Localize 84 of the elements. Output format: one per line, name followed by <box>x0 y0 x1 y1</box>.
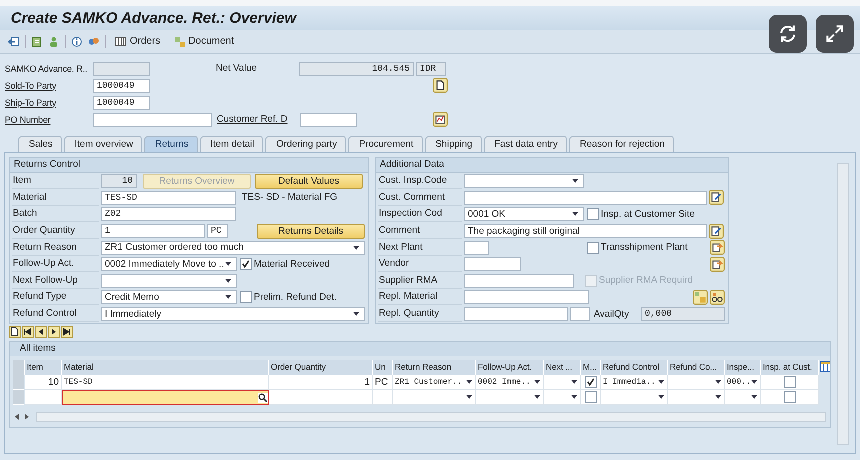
tab[interactable]: Sales <box>18 136 62 152</box>
column-header[interactable]: Refund Control <box>601 360 668 376</box>
dropdown-field[interactable]: ZR1 Customer ordered too much <box>101 240 365 255</box>
input-field[interactable]: Z02 <box>101 207 236 222</box>
table-cell: 1 <box>269 375 373 390</box>
field-label: Comment <box>378 223 462 240</box>
field-label: Cust. Insp.Code <box>378 173 462 190</box>
panel-title: Returns Control <box>10 158 368 173</box>
tab[interactable]: Returns <box>144 136 198 152</box>
orders-button[interactable]: Orders <box>111 36 165 48</box>
column-header[interactable]: Un <box>373 360 393 376</box>
dropdown-field[interactable]: 0002 Immediately Move to .. <box>101 257 237 272</box>
material-description: TES- SD - Material FG <box>242 192 338 204</box>
column-header[interactable]: Follow-Up Act. <box>476 360 544 376</box>
dropdown-field[interactable]: 0002 Imme.. <box>476 375 544 390</box>
field-label: Order Quantity <box>12 223 99 240</box>
field-label: Net Value <box>216 63 258 74</box>
returns-details-button[interactable]: Returns Details <box>257 224 365 239</box>
input-field[interactable]: The packaging still original <box>464 224 707 238</box>
field-label: Refund Control <box>12 306 99 322</box>
field-label: Material <box>12 190 99 206</box>
tab[interactable]: Reason for rejection <box>568 136 674 152</box>
unit-field[interactable]: PC <box>207 224 228 238</box>
field-label[interactable]: Sold-To Party <box>5 80 93 90</box>
panel-title: Additional Data <box>376 158 728 173</box>
field-label: Return Reason <box>12 240 99 256</box>
field-label: AvailQty <box>594 308 630 320</box>
column-header[interactable]: Item <box>25 360 62 376</box>
field-label[interactable]: PO Number <box>5 114 93 124</box>
dropdown-field[interactable]: Credit Memo <box>101 290 237 304</box>
checkbox-label: Prelim. Refund Det. <box>254 292 337 303</box>
input-field[interactable]: 1000049 <box>93 78 150 92</box>
field-label: Repl. Quantity <box>378 306 462 322</box>
column-header[interactable]: Inspe... <box>725 360 761 376</box>
dropdown-field[interactable]: I Immediately <box>101 307 365 322</box>
table-cell: PC <box>373 375 393 390</box>
dropdown-field[interactable]: ZR1 Customer.. <box>393 375 476 390</box>
table-title: All items <box>10 342 830 356</box>
tab[interactable]: Shipping <box>424 136 482 152</box>
column-header[interactable]: Return Reason <box>393 360 476 376</box>
checkbox-label: Supplier RMA Requird <box>599 275 693 286</box>
checkbox-label: Insp. at Customer Site <box>601 208 695 220</box>
dropdown-field[interactable]: 0001 OK <box>464 207 584 222</box>
input-field[interactable]: 1000049 <box>93 96 150 110</box>
available-quantity-field: 0,000 <box>641 307 725 322</box>
column-header[interactable]: Material <box>62 360 269 376</box>
field-label: Refund Type <box>12 289 99 306</box>
field-label[interactable]: Customer Ref. D <box>217 114 300 125</box>
window-title: Create SAMKO Advance. Ret.: Overview <box>11 10 296 26</box>
checkbox-label: Transshipment Plant <box>601 242 688 254</box>
checkbox-label: Material Received <box>254 258 330 270</box>
tab[interactable]: Item overview <box>64 136 142 152</box>
currency-field: IDR <box>416 62 446 76</box>
tab[interactable]: Fast data entry <box>484 136 567 152</box>
table-cell[interactable]: TES-SD <box>62 375 269 390</box>
field-label: Batch <box>12 206 99 222</box>
net-value-field: 104.545 <box>299 62 414 76</box>
column-header[interactable]: M... <box>581 360 601 376</box>
input-field[interactable]: TES-SD <box>101 190 236 205</box>
input-field: 10 <box>101 174 137 188</box>
tab[interactable]: Procurement <box>348 136 423 152</box>
field-label: Inspection Cod <box>378 206 462 222</box>
table-cell: 10 <box>25 375 62 390</box>
dropdown-field[interactable]: I Immedia.. <box>601 375 668 390</box>
field-label: SAMKO Advance. R.. <box>5 64 88 74</box>
document-button[interactable]: Document <box>170 36 238 48</box>
tab[interactable]: Item detail <box>200 136 264 152</box>
field-label: Follow-Up Act. <box>12 256 99 272</box>
dropdown-field[interactable]: 000.. <box>725 375 761 390</box>
tab[interactable]: Ordering party <box>265 136 346 152</box>
field-label[interactable]: Ship-To Party <box>5 98 93 108</box>
column-header[interactable]: Refund Co... <box>668 360 725 376</box>
field-label: Item <box>12 173 99 190</box>
field-label: Repl. Material <box>378 289 462 306</box>
column-header[interactable]: Insp. at Cust. <box>761 360 819 376</box>
field-label: Next Plant <box>378 240 462 256</box>
field-label: Next Follow-Up <box>12 272 99 289</box>
column-header[interactable]: Order Quantity <box>269 360 373 376</box>
field-label: Supplier RMA <box>378 272 462 289</box>
input-field[interactable]: 1 <box>101 224 205 238</box>
field-label: Cust. Comment <box>378 190 462 206</box>
default-values-button[interactable]: Default Values <box>255 174 363 189</box>
field-label: Vendor <box>378 256 462 272</box>
column-header[interactable]: Next ... <box>544 360 581 376</box>
